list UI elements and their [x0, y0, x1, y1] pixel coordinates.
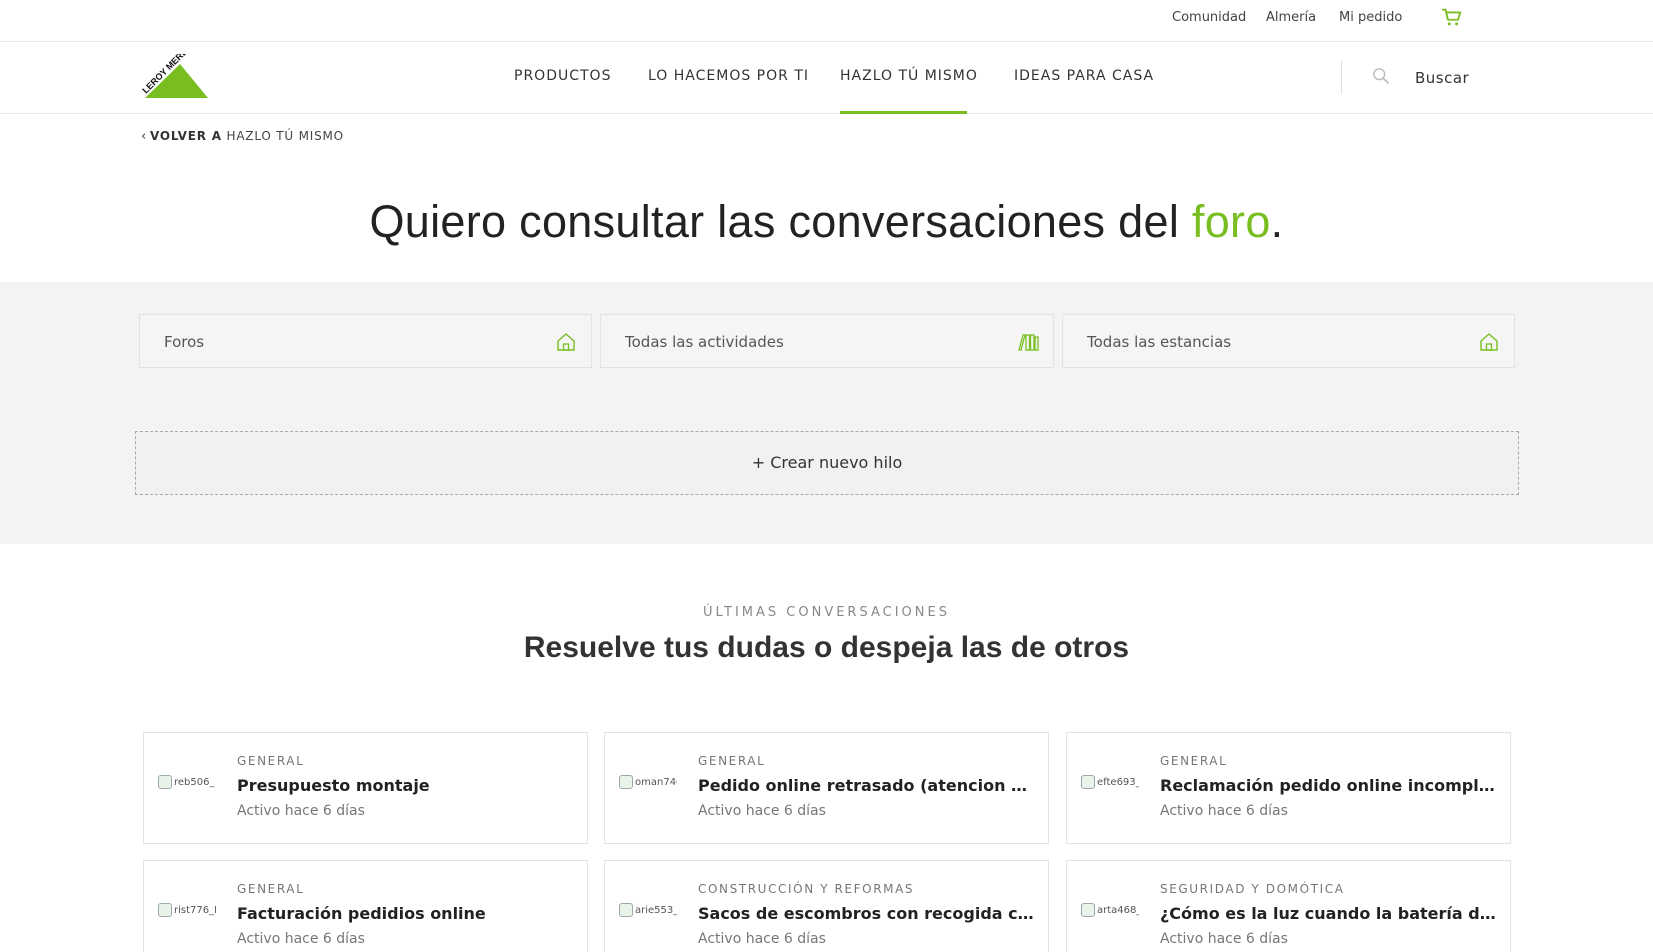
back-link-prefix: VOLVER A: [150, 129, 222, 143]
conversation-category: GENERAL: [237, 754, 305, 768]
search-button[interactable]: Buscar: [1415, 69, 1469, 87]
conversation-title[interactable]: Pedido online retrasado (atencion online…: [698, 776, 1038, 795]
conversation-activity: Activo hace 6 días: [1160, 931, 1288, 947]
top-utility-bar: Comunidad Almería Mi pedido: [0, 0, 1653, 42]
user-avatar: oman740: [619, 775, 677, 803]
conversation-activity: Activo hace 6 días: [237, 803, 365, 819]
section-title: Resuelve tus dudas o despeja las de otro…: [523, 631, 1130, 664]
forum-filter-select[interactable]: Foros: [139, 314, 592, 368]
nav-products[interactable]: PRODUCTOS: [514, 68, 611, 84]
store-location-link[interactable]: Almería: [1266, 10, 1316, 25]
conversation-card[interactable]: oman740 GENERAL Pedido online retrasado …: [604, 732, 1049, 844]
books-icon: [1018, 334, 1039, 351]
broken-image-icon: [158, 903, 172, 917]
back-link-target: HAZLO TÚ MISMO: [226, 129, 344, 143]
search-icon[interactable]: [1372, 67, 1390, 85]
user-avatar: rist776_LM: [158, 903, 216, 931]
conversation-card[interactable]: arie553_ CONSTRUCCIÓN Y REFORMAS Sacos d…: [604, 860, 1049, 952]
conversation-title[interactable]: Sacos de escombros con recogida contrata…: [698, 904, 1038, 923]
create-thread-button[interactable]: + Crear nuevo hilo: [135, 431, 1519, 495]
rooms-filter-label: Todas las estancias: [1087, 333, 1232, 351]
conversation-activity: Activo hace 6 días: [237, 931, 365, 947]
section-kicker: ÚLTIMAS CONVERSACIONES: [703, 605, 950, 620]
avatar-alt-text: reb506_: [174, 777, 215, 788]
conversation-activity: Activo hace 6 días: [1160, 803, 1288, 819]
home-icon: [557, 333, 575, 351]
conversation-title[interactable]: Facturación pedidios online: [237, 904, 577, 923]
conversation-title[interactable]: ¿Cómo es la luz cuando la batería de un…: [1160, 904, 1500, 923]
avatar-alt-text: arta468_: [1097, 905, 1139, 916]
rooms-filter-select[interactable]: Todas las estancias: [1062, 314, 1515, 368]
conversation-category: GENERAL: [1160, 754, 1228, 768]
conversation-category: GENERAL: [698, 754, 766, 768]
page-title-main: Quiero consultar las conversaciones del: [369, 196, 1192, 247]
broken-image-icon: [619, 775, 633, 789]
activities-filter-label: Todas las actividades: [625, 333, 784, 351]
chevron-left-icon: ‹: [141, 129, 147, 144]
broken-image-icon: [1081, 775, 1095, 789]
forum-filter-label: Foros: [164, 333, 205, 351]
conversation-card[interactable]: arta468_ SEGURIDAD Y DOMÓTICA ¿Cómo es l…: [1066, 860, 1511, 952]
conversation-category: SEGURIDAD Y DOMÓTICA: [1160, 882, 1345, 896]
page-title-end: .: [1270, 196, 1284, 247]
conversation-card[interactable]: efte693_L GENERAL Reclamación pedido onl…: [1066, 732, 1511, 844]
home-icon: [1480, 333, 1498, 351]
avatar-alt-text: efte693_L: [1097, 777, 1139, 788]
page-title: Quiero consultar las conversaciones del …: [0, 196, 1653, 248]
conversation-category: GENERAL: [237, 882, 305, 896]
page-title-accent: foro: [1191, 196, 1271, 247]
user-avatar: arta468_: [1081, 903, 1139, 931]
nav-we-do-it[interactable]: LO HACEMOS POR TI: [648, 68, 809, 84]
activities-filter-select[interactable]: Todas las actividades: [600, 314, 1054, 368]
conversation-card[interactable]: reb506_ GENERAL Presupuesto montaje Acti…: [143, 732, 588, 844]
conversation-activity: Activo hace 6 días: [698, 803, 826, 819]
cart-icon[interactable]: [1441, 6, 1463, 28]
community-link[interactable]: Comunidad: [1172, 10, 1246, 25]
header-divider: [1341, 60, 1342, 94]
nav-home-ideas[interactable]: IDEAS PARA CASA: [1014, 68, 1154, 84]
conversation-card[interactable]: rist776_LM GENERAL Facturación pedidios …: [143, 860, 588, 952]
avatar-alt-text: oman740: [635, 777, 677, 788]
broken-image-icon: [158, 775, 172, 789]
avatar-alt-text: rist776_LM: [174, 905, 216, 916]
user-avatar: efte693_L: [1081, 775, 1139, 803]
avatar-alt-text: arie553_: [635, 905, 677, 916]
leroy-merlin-logo[interactable]: LEROY MERLIN: [140, 54, 210, 100]
conversation-activity: Activo hace 6 días: [698, 931, 826, 947]
nav-diy[interactable]: HAZLO TÚ MISMO: [840, 68, 978, 84]
conversation-category: CONSTRUCCIÓN Y REFORMAS: [698, 882, 915, 896]
user-avatar: reb506_: [158, 775, 216, 803]
nav-active-indicator: [840, 111, 967, 114]
main-header: LEROY MERLIN PRODUCTOS LO HACEMOS POR TI…: [0, 42, 1653, 114]
filters-section: Foros Todas las actividades Todas las es…: [0, 282, 1653, 544]
broken-image-icon: [619, 903, 633, 917]
back-link[interactable]: ‹ VOLVER A HAZLO TÚ MISMO: [141, 129, 344, 144]
user-avatar: arie553_: [619, 903, 677, 931]
conversation-title[interactable]: Presupuesto montaje: [237, 776, 577, 795]
conversation-title[interactable]: Reclamación pedido online incompleto: [1160, 776, 1500, 795]
my-order-link[interactable]: Mi pedido: [1339, 10, 1402, 25]
broken-image-icon: [1081, 903, 1095, 917]
